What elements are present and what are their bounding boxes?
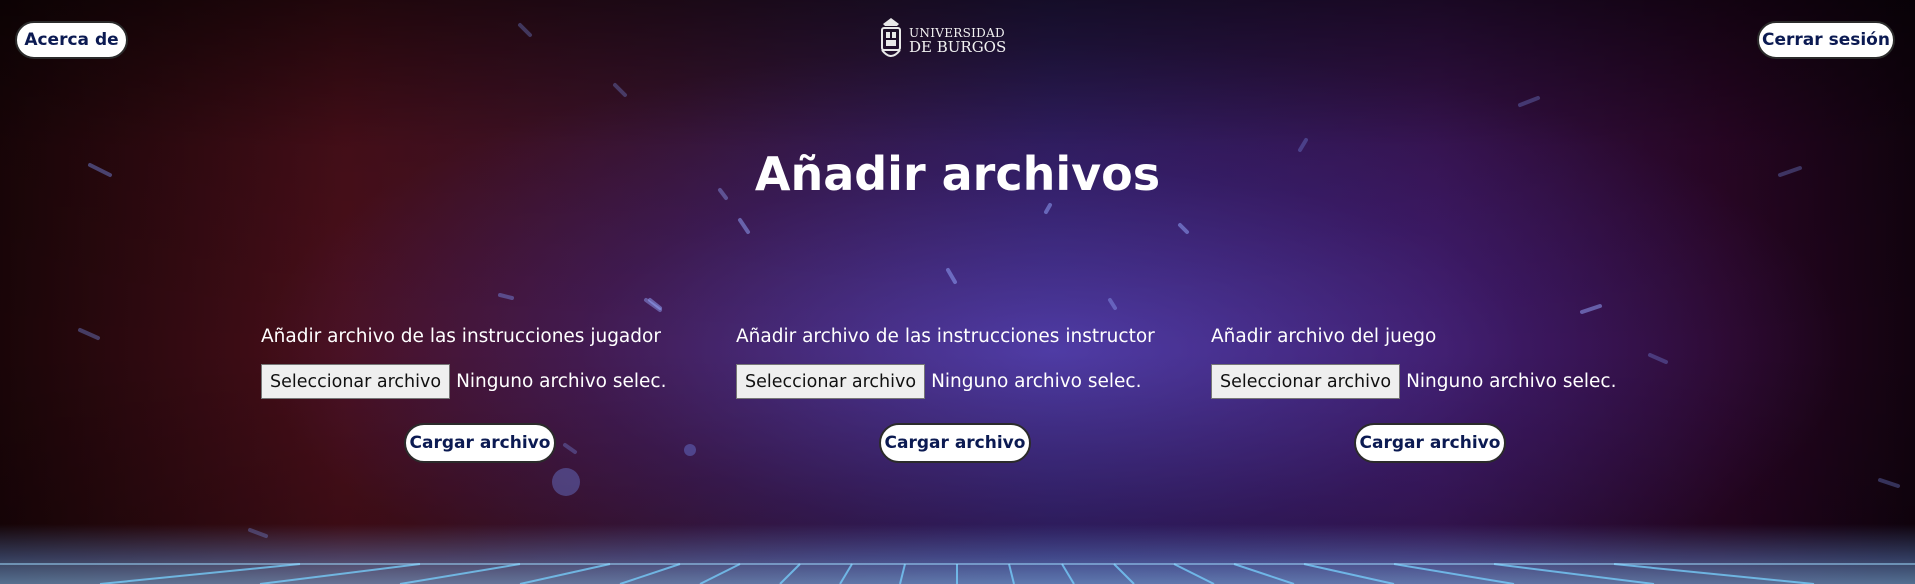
choose-file-button[interactable]: Seleccionar archivo <box>1211 364 1401 399</box>
upload-button[interactable]: Cargar archivo <box>879 423 1031 463</box>
upload-label: Añadir archivo de las instrucciones juga… <box>261 326 661 347</box>
upload-panel-game-file: Añadir archivo del juego Seleccionar arc… <box>1211 326 1651 463</box>
file-input: Seleccionar archivo Ninguno archivo sele… <box>736 364 1176 399</box>
file-input: Seleccionar archivo Ninguno archivo sele… <box>1211 364 1651 399</box>
logout-button[interactable]: Cerrar sesión <box>1757 21 1895 59</box>
file-input: Seleccionar archivo Ninguno archivo sele… <box>261 364 701 399</box>
upload-button[interactable]: Cargar archivo <box>1354 423 1506 463</box>
file-status-text: Ninguno archivo selec. <box>1406 371 1617 392</box>
choose-file-button[interactable]: Seleccionar archivo <box>736 364 926 399</box>
file-status-text: Ninguno archivo selec. <box>456 371 667 392</box>
upload-button[interactable]: Cargar archivo <box>404 423 556 463</box>
logo-line-2: DE BURGOS <box>909 38 1007 56</box>
upload-label: Añadir archivo de las instrucciones inst… <box>736 326 1155 347</box>
glowing-floor-grid <box>0 524 1915 584</box>
file-status-text: Ninguno archivo selec. <box>931 371 1142 392</box>
about-button[interactable]: Acerca de <box>15 21 128 59</box>
university-crest-icon <box>881 18 901 57</box>
upload-panel-player-instructions: Añadir archivo de las instrucciones juga… <box>261 326 701 463</box>
upload-label: Añadir archivo del juego <box>1211 326 1437 347</box>
university-logo: UNIVERSIDAD DE BURGOS <box>877 16 1006 64</box>
choose-file-button[interactable]: Seleccionar archivo <box>261 364 451 399</box>
background-particles <box>78 23 1900 538</box>
upload-panel-instructor-instructions: Añadir archivo de las instrucciones inst… <box>736 326 1176 463</box>
page-title: Añadir archivos <box>754 147 1161 201</box>
